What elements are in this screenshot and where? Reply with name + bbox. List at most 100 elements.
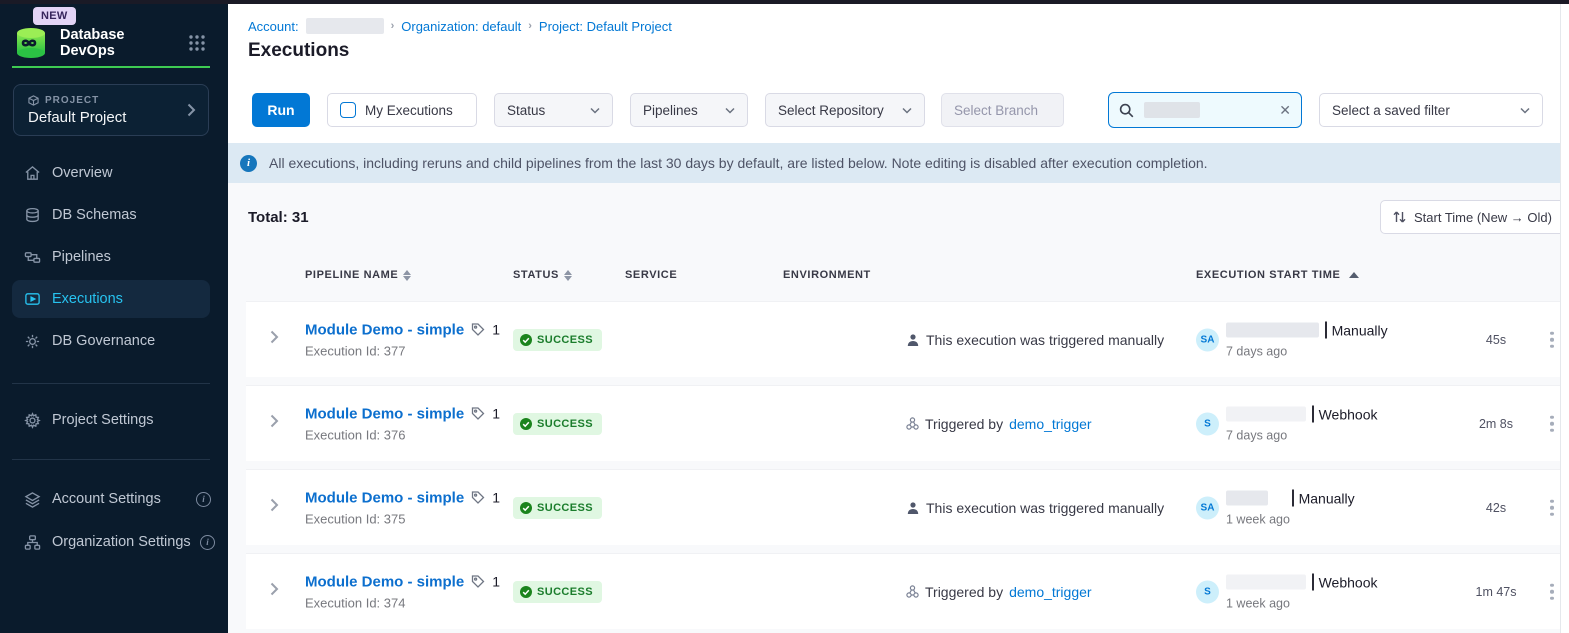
trigger-type-label: Webhook [1319, 406, 1378, 422]
search-box[interactable]: ✕ [1108, 92, 1302, 128]
sort-order-button[interactable]: Start Time (New → Old) [1380, 200, 1568, 234]
check-circle-icon [520, 418, 532, 430]
tag-count: 1 [492, 574, 500, 590]
avatar: S [1196, 580, 1219, 603]
pipelines-filter-dropdown[interactable]: Pipelines [630, 93, 748, 127]
pipeline-name-link[interactable]: Module Demo - simple [305, 489, 464, 506]
sidebar-item-label: Organization Settings [52, 534, 191, 550]
sidebar-item-pipelines[interactable]: Pipelines [0, 236, 228, 278]
execution-row[interactable]: Module Demo - simple 1 Execution Id: 376… [246, 385, 1560, 461]
duration: 45s [1461, 333, 1531, 347]
brand-underline [12, 66, 210, 68]
execution-id: Execution Id: 376 [305, 427, 500, 442]
tag-icon [471, 575, 485, 589]
project-selector[interactable]: PROJECT Default Project [13, 84, 209, 136]
separator-bar [1312, 574, 1314, 591]
expand-chevron-icon[interactable] [270, 582, 279, 596]
separator-bar [1325, 322, 1327, 339]
trigger-link[interactable]: demo_trigger [1009, 416, 1092, 432]
executions-icon [24, 291, 41, 308]
status-filter-dropdown[interactable]: Status [494, 93, 613, 127]
main-content: Account: › Organization: default › Proje… [228, 4, 1560, 633]
info-banner: All executions, including reruns and chi… [228, 143, 1560, 183]
check-circle-icon [520, 586, 532, 598]
execution-id: Execution Id: 374 [305, 595, 500, 610]
search-input[interactable] [1109, 93, 1301, 127]
breadcrumb-project[interactable]: Project: Default Project [539, 19, 672, 34]
column-header-environment: ENVIRONMENT [783, 269, 871, 281]
scrollbar-gutter[interactable] [1560, 4, 1569, 633]
module-grid-icon[interactable] [188, 34, 206, 52]
row-menu-icon[interactable] [1546, 495, 1558, 520]
pipeline-name-link[interactable]: Module Demo - simple [305, 405, 464, 422]
column-header-pipeline-name[interactable]: PIPELINE NAME [305, 269, 411, 281]
sort-arrows-icon [1393, 210, 1406, 224]
redacted-account-name [306, 18, 384, 34]
expand-chevron-icon[interactable] [270, 330, 279, 344]
expand-chevron-icon[interactable] [270, 498, 279, 512]
sort-order-label: Start Time (New → Old) [1414, 210, 1552, 225]
redacted-user-name [1226, 575, 1306, 590]
chevron-down-icon [1520, 107, 1530, 114]
info-banner-text: All executions, including reruns and chi… [269, 155, 1208, 171]
sidebar-item-organization-settings[interactable]: Organization Settings [0, 521, 228, 563]
sidebar-item-account-settings[interactable]: Account Settings [0, 478, 228, 520]
table-header: PIPELINE NAME STATUS SERVICE ENVIRONMENT… [228, 269, 1560, 293]
column-header-status[interactable]: STATUS [513, 269, 572, 281]
execution-row[interactable]: Module Demo - simple 1 Execution Id: 374… [246, 553, 1560, 629]
row-menu-icon[interactable] [1546, 411, 1558, 436]
sidebar-item-project-settings[interactable]: Project Settings [0, 399, 228, 441]
execution-id: Execution Id: 377 [305, 343, 500, 358]
column-header-execution-start-time[interactable]: EXECUTION START TIME [1196, 269, 1359, 281]
execution-row[interactable]: Module Demo - simple 1 Execution Id: 377… [246, 301, 1560, 377]
breadcrumb-account[interactable]: Account: [248, 19, 299, 34]
run-button[interactable]: Run [252, 93, 310, 127]
org-chart-icon [24, 534, 41, 551]
person-icon [906, 333, 920, 347]
info-icon [240, 155, 257, 172]
database-devops-logo-icon [14, 26, 48, 60]
trigger-info: This execution was triggered manually [906, 500, 1164, 516]
gear-icon [24, 412, 41, 429]
sidebar-item-label: DB Schemas [52, 207, 137, 223]
row-menu-icon[interactable] [1546, 579, 1558, 604]
pipeline-name-link[interactable]: Module Demo - simple [305, 321, 464, 338]
sidebar-item-db-governance[interactable]: DB Governance [0, 320, 228, 362]
checkbox-icon[interactable] [340, 102, 356, 118]
duration: 1m 47s [1461, 585, 1531, 599]
status-badge: SUCCESS [513, 329, 602, 351]
sidebar-item-db-schemas[interactable]: DB Schemas [0, 194, 228, 236]
trigger-link[interactable]: demo_trigger [1009, 584, 1092, 600]
window-top-edge [0, 0, 1569, 4]
trigger-text: This execution was triggered manually [926, 332, 1164, 348]
breadcrumb: Account: › Organization: default › Proje… [248, 18, 672, 34]
duration: 42s [1461, 501, 1531, 515]
total-count: Total: 31 [248, 209, 309, 226]
check-circle-icon [520, 334, 532, 346]
status-badge: SUCCESS [513, 497, 602, 519]
redacted-user-name [1226, 407, 1306, 422]
sidebar-divider [12, 383, 210, 384]
clear-search-icon[interactable]: ✕ [1279, 102, 1291, 119]
saved-filter-dropdown[interactable]: Select a saved filter [1319, 93, 1543, 127]
repository-filter-dropdown[interactable]: Select Repository [765, 93, 925, 127]
filter-toolbar: Run My Executions Status Pipelines Selec… [228, 93, 1560, 133]
tag-icon [471, 491, 485, 505]
pipeline-name-link[interactable]: Module Demo - simple [305, 573, 464, 590]
sidebar-divider [12, 459, 210, 460]
expand-chevron-icon[interactable] [270, 414, 279, 428]
redacted-user-name [1226, 491, 1268, 506]
chevron-down-icon [725, 107, 735, 114]
breadcrumb-organization[interactable]: Organization: default [401, 19, 521, 34]
my-executions-checkbox[interactable]: My Executions [327, 93, 477, 127]
tag-count: 1 [492, 322, 500, 338]
sidebar-item-label: Account Settings [52, 491, 161, 507]
execution-row[interactable]: Module Demo - simple 1 Execution Id: 375… [246, 469, 1560, 545]
sidebar: NEW Database DevOps PROJECT Default [0, 0, 228, 633]
avatar: S [1196, 412, 1219, 435]
sidebar-item-executions[interactable]: Executions [0, 278, 228, 320]
row-menu-icon[interactable] [1546, 327, 1558, 352]
page-title: Executions [248, 40, 349, 62]
sidebar-item-overview[interactable]: Overview [0, 152, 228, 194]
executions-table-body: Module Demo - simple 1 Execution Id: 377… [246, 301, 1560, 633]
